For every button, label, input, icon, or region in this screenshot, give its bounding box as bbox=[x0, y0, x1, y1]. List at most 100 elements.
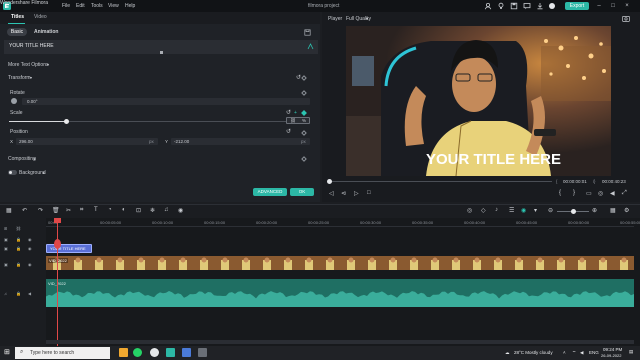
chrome-icon[interactable] bbox=[150, 348, 159, 357]
scale-slider-handle[interactable] bbox=[64, 119, 69, 124]
track-eye-icon[interactable]: ◉ bbox=[28, 246, 32, 251]
title-overlay-text[interactable]: YOUR TITLE HERE bbox=[426, 151, 561, 168]
subtab-basic[interactable]: Basic bbox=[7, 28, 27, 36]
reset-icon[interactable]: ↺ bbox=[286, 109, 291, 116]
render-icon[interactable]: ◎ bbox=[467, 207, 472, 214]
zoom-handle[interactable] bbox=[571, 209, 576, 214]
position-y-field[interactable] bbox=[171, 138, 310, 145]
freeze-icon[interactable]: ❄ bbox=[150, 207, 155, 214]
download-icon[interactable] bbox=[536, 2, 544, 10]
reset-icon[interactable]: ↺ bbox=[286, 128, 291, 135]
menu-view[interactable]: View bbox=[108, 3, 119, 9]
mic-icon[interactable]: ♪ bbox=[495, 207, 498, 213]
compositing-section-label[interactable]: Compositing bbox=[8, 156, 36, 162]
tray-chevron-icon[interactable]: ˄ bbox=[563, 350, 566, 355]
file-explorer-icon[interactable] bbox=[119, 348, 128, 357]
marker-icon[interactable]: ▾ bbox=[534, 207, 537, 214]
grid-icon[interactable]: ▦ bbox=[610, 207, 616, 214]
account-icon[interactable] bbox=[484, 2, 492, 10]
record-icon[interactable]: ◉ bbox=[178, 207, 183, 214]
track-eye-icon[interactable]: ◉ bbox=[28, 262, 32, 267]
position-x-field[interactable] bbox=[16, 138, 158, 145]
shield-icon[interactable]: ◇ bbox=[481, 207, 486, 214]
resize-handle[interactable] bbox=[160, 51, 163, 54]
export-button[interactable]: Export bbox=[565, 2, 589, 10]
track-lock-icon[interactable]: 🔒 bbox=[16, 291, 21, 296]
track-mute-icon[interactable]: 🔒 bbox=[16, 237, 21, 242]
save-icon[interactable] bbox=[510, 2, 518, 10]
link-icon[interactable]: ⛓ bbox=[16, 226, 21, 231]
timeline-scrollbar[interactable] bbox=[46, 340, 634, 344]
settings-app-icon[interactable] bbox=[182, 348, 191, 357]
monitor-icon[interactable]: ▭ bbox=[586, 190, 592, 197]
playhead[interactable] bbox=[57, 218, 58, 346]
playhead-marker[interactable] bbox=[54, 239, 61, 249]
minimize-icon[interactable]: – bbox=[595, 2, 603, 10]
track-lock-icon[interactable]: 🔒 bbox=[16, 246, 21, 251]
mark-in-icon[interactable]: { bbox=[556, 179, 558, 184]
color-icon[interactable]: ◐ bbox=[122, 207, 126, 213]
screenshot-icon[interactable] bbox=[622, 15, 630, 22]
chevron-down-icon[interactable]: ▸ bbox=[34, 156, 36, 161]
delete-icon[interactable]: 🗑 bbox=[52, 207, 60, 214]
snap-icon[interactable]: ◉ bbox=[521, 207, 526, 214]
clock-date[interactable]: 26-09-2022 bbox=[601, 353, 621, 358]
mixer-icon[interactable]: ☰ bbox=[509, 207, 514, 214]
more-text-options-label[interactable]: More Text Options bbox=[8, 62, 48, 68]
menu-edit[interactable]: Edit bbox=[76, 3, 85, 9]
tab-video[interactable]: Video bbox=[34, 14, 47, 20]
whatsapp-icon[interactable] bbox=[133, 348, 142, 357]
windows-start-icon[interactable]: ⊞ bbox=[4, 349, 10, 356]
menu-file[interactable]: File bbox=[62, 3, 70, 9]
crop-icon[interactable]: ⌗ bbox=[80, 207, 83, 214]
speed-icon[interactable]: ◔ bbox=[108, 207, 112, 213]
play-icon[interactable]: ▷ bbox=[354, 190, 359, 197]
speaker-icon[interactable]: ◀ bbox=[580, 350, 583, 356]
text-icon[interactable]: T bbox=[94, 207, 98, 213]
zoom-out-icon[interactable]: ⊖ bbox=[548, 207, 553, 214]
settings-icon[interactable]: ⚙ bbox=[624, 207, 629, 214]
video-clip[interactable] bbox=[46, 256, 634, 270]
lightbulb-icon[interactable] bbox=[497, 2, 505, 10]
clock-time[interactable]: 09:24 PM bbox=[603, 347, 622, 352]
filmora-taskbar-icon[interactable] bbox=[166, 348, 175, 357]
subtab-animation[interactable]: Animation bbox=[34, 29, 58, 35]
weather-icon[interactable]: ☁ bbox=[505, 350, 510, 356]
add-track-icon[interactable]: ⊞ bbox=[4, 226, 7, 231]
mark-out-button[interactable]: } bbox=[573, 190, 575, 196]
track-lock-icon[interactable]: ▣ bbox=[4, 237, 8, 242]
weather-text[interactable]: 28°C Mostly cloudy bbox=[514, 350, 553, 355]
prev-frame-icon[interactable]: ⊲ bbox=[341, 190, 346, 197]
chevron-down-icon[interactable]: ▾ bbox=[47, 62, 49, 67]
ok-button[interactable]: OK bbox=[290, 188, 314, 196]
fullscreen-icon[interactable]: ⤢ bbox=[622, 190, 627, 197]
chevron-down-icon[interactable]: ▾ bbox=[366, 16, 368, 21]
maximize-icon[interactable]: □ bbox=[609, 2, 617, 10]
volume-icon[interactable]: ◀ bbox=[610, 190, 615, 197]
playback-progress-bar[interactable] bbox=[329, 181, 552, 182]
snapshot-icon[interactable]: ◎ bbox=[598, 190, 603, 197]
text-style-icon[interactable] bbox=[307, 43, 314, 50]
mark-in-button[interactable]: { bbox=[559, 190, 561, 196]
track-lock-icon[interactable]: 🔒 bbox=[16, 262, 21, 267]
aspect-lock-icon[interactable]: ⛓ bbox=[290, 118, 296, 124]
language-indicator[interactable]: ENG bbox=[589, 350, 599, 355]
message-icon[interactable] bbox=[523, 2, 531, 10]
chevron-down-icon[interactable]: ▾ bbox=[30, 75, 32, 80]
chevron-right-icon[interactable]: ▸ bbox=[43, 170, 45, 175]
audio-icon[interactable]: ♫ bbox=[164, 207, 169, 213]
app-icon[interactable] bbox=[198, 348, 207, 357]
zoom-in-icon[interactable]: ⊕ bbox=[592, 207, 597, 214]
track-mute-icon[interactable]: ◀ bbox=[28, 291, 31, 296]
transform-section-label[interactable]: Transform bbox=[8, 75, 31, 81]
progress-handle[interactable] bbox=[327, 179, 332, 184]
title-text-input[interactable]: YOUR TITLE HERE bbox=[9, 43, 54, 49]
menu-help[interactable]: Help bbox=[125, 3, 135, 9]
cut-icon[interactable]: ✂ bbox=[66, 207, 71, 214]
menu-tools[interactable]: Tools bbox=[91, 3, 103, 9]
rotate-dial[interactable] bbox=[11, 98, 17, 104]
close-icon[interactable]: × bbox=[623, 2, 631, 10]
tab-titles[interactable]: Titles bbox=[11, 14, 24, 20]
stop-icon[interactable]: □ bbox=[367, 190, 371, 196]
network-icon[interactable]: ⌔ bbox=[572, 350, 576, 356]
